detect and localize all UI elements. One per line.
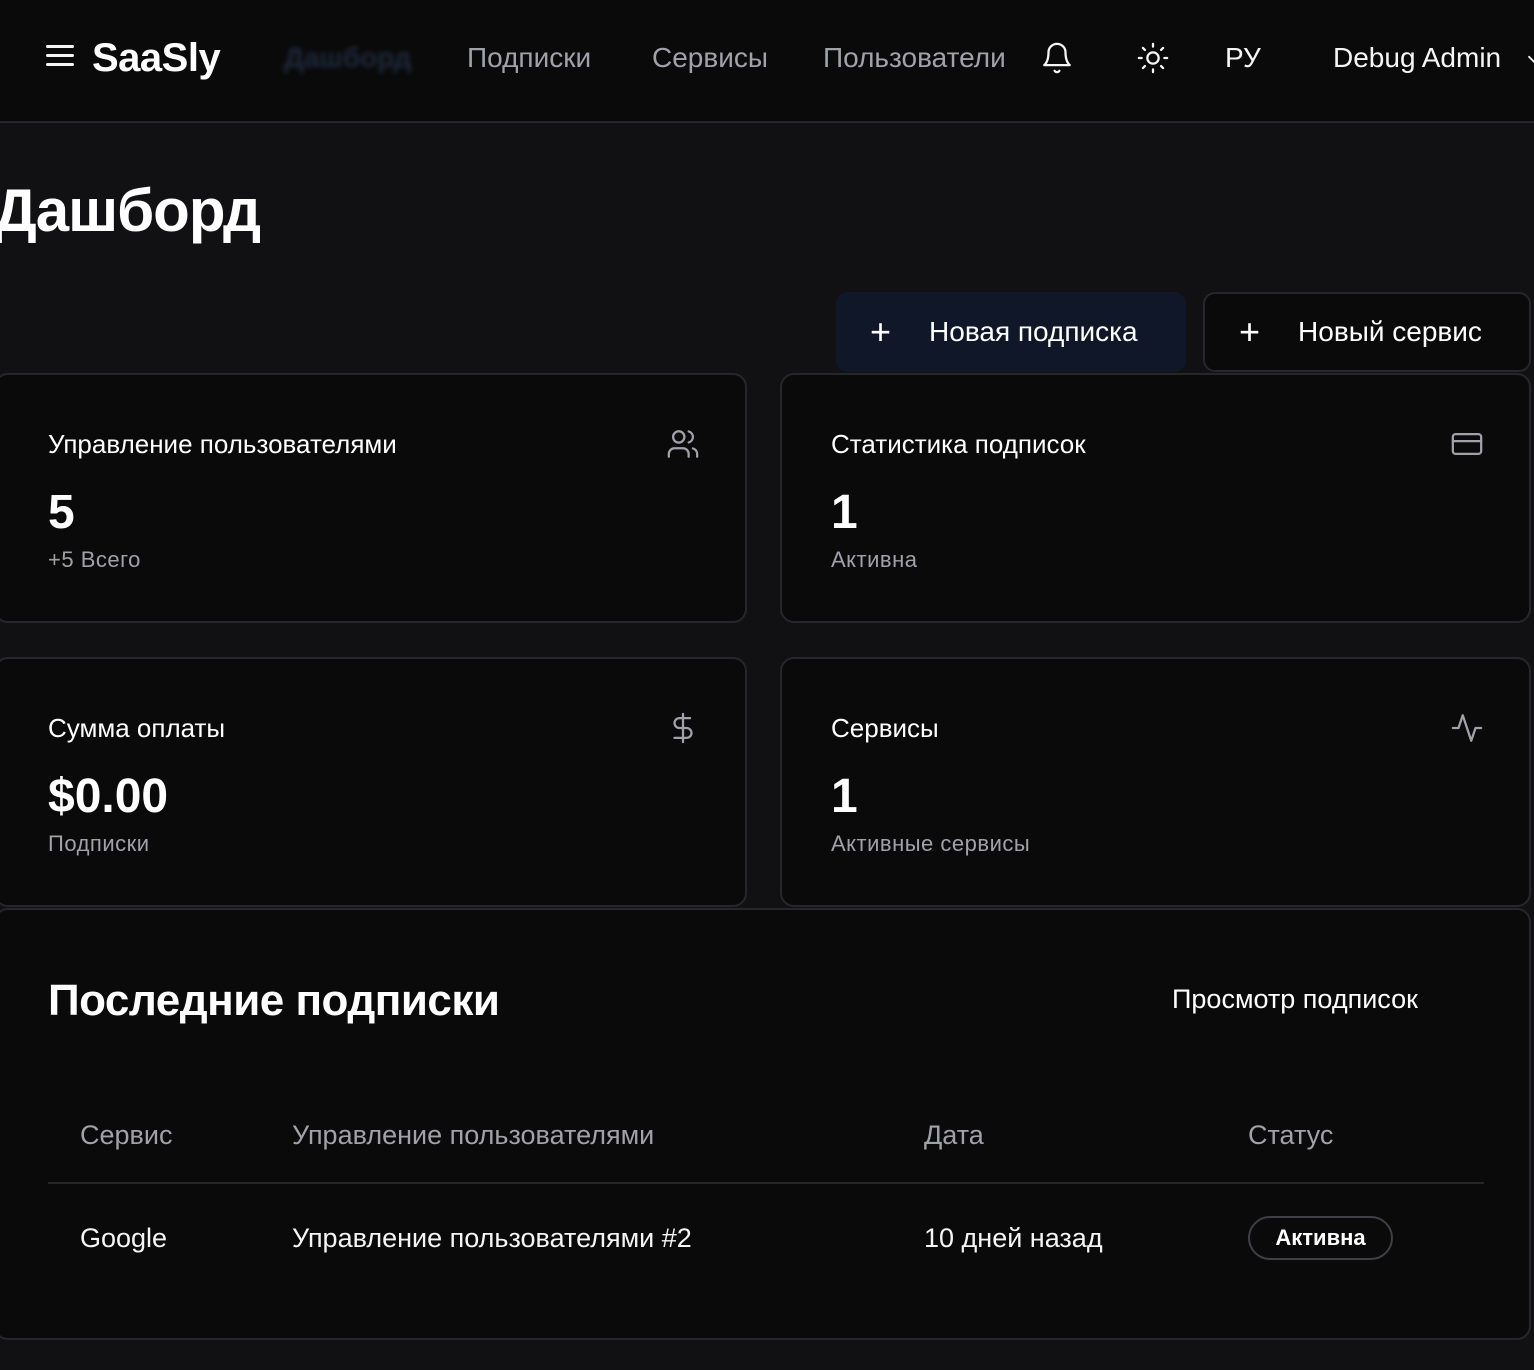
stat-card-subtitle: +5 Всего [48,547,141,572]
stat-card-subscriptions: Статистика подписок 1 Активна [780,373,1531,623]
sun-icon[interactable] [1136,41,1170,80]
stat-card-subtitle: Активна [831,547,918,572]
user-menu[interactable]: Debug Admin [1333,42,1534,74]
activity-icon [1450,711,1484,750]
bell-icon[interactable] [1040,40,1074,81]
new-service-button[interactable]: + Новый сервис [1203,292,1531,372]
table-cell-date: 10 дней назад [924,1223,1103,1253]
recent-subscriptions-card: Последние подписки Просмотр подписок Сер… [0,908,1531,1340]
stat-card-title: Сумма оплаты [48,713,226,743]
user-name: Debug Admin [1333,42,1502,73]
plus-icon: + [870,311,892,352]
language-switcher[interactable]: РУ [1225,42,1261,74]
page-title: Дашборд [0,177,261,244]
new-service-label: Новый сервис [1298,316,1482,347]
nav-services[interactable]: Сервисы [652,42,768,74]
dollar-icon [666,711,700,750]
table-cell-user: Управление пользователями #2 [292,1223,692,1253]
new-subscription-button[interactable]: + Новая подписка [836,292,1186,372]
column-header-status: Статус [1248,1120,1334,1150]
stat-card-services: Сервисы 1 Активные сервисы [780,657,1531,907]
plus-icon: + [1239,311,1261,352]
stat-card-subtitle: Подписки [48,831,150,856]
new-subscription-label: Новая подписка [929,316,1138,347]
credit-card-icon [1450,427,1484,466]
view-subscriptions-link[interactable]: Просмотр подписок [1172,984,1418,1015]
recent-subscriptions-title: Последние подписки [48,976,500,1025]
chevron-down-icon [1527,55,1534,64]
hamburger-menu-icon[interactable] [46,45,74,71]
table-cell-service: Google [80,1223,168,1253]
stat-card-value: 1 [831,486,858,539]
table-divider [48,1182,1484,1184]
stat-card-value: 1 [831,770,858,823]
stat-card-subtitle: Активные сервисы [831,831,1031,856]
status-badge: Активна [1248,1216,1393,1260]
column-header-user: Управление пользователями [292,1120,655,1150]
stat-card-title: Управление пользователями [48,429,397,459]
stat-card-title: Сервисы [831,713,939,743]
nav-dashboard[interactable]: Дашборд [284,42,411,74]
stat-card-value: 5 [48,486,75,539]
stat-card-users: Управление пользователями 5 +5 Всего [0,373,747,623]
top-navbar: SaaSly Дашборд Подписки Сервисы Пользова… [0,0,1534,123]
stat-card-value: $0.00 [48,770,169,823]
nav-subscriptions[interactable]: Подписки [467,42,591,74]
stat-card-title: Статистика подписок [831,429,1086,459]
nav-users[interactable]: Пользователи [823,42,1006,74]
column-header-date: Дата [924,1120,984,1150]
users-icon [666,427,700,466]
stat-card-payments: Сумма оплаты $0.00 Подписки [0,657,747,907]
column-header-service: Сервис [80,1120,173,1150]
app-logo[interactable]: SaaSly [92,36,221,81]
